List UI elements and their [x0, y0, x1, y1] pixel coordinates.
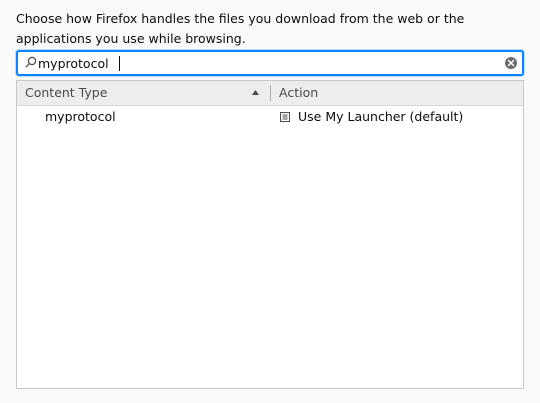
table-body: myprotocol Use My Launcher (default): [17, 106, 523, 128]
search-icon: [25, 56, 37, 68]
sort-ascending-icon: [252, 90, 259, 95]
search-field[interactable]: [16, 50, 524, 76]
applications-settings: Choose how Firefox handles the files you…: [0, 0, 540, 403]
search-input[interactable]: [38, 52, 498, 74]
content-type-cell: myprotocol: [45, 109, 116, 124]
action-label: Use My Launcher (default): [298, 109, 464, 124]
text-caret: [119, 56, 120, 71]
applications-description: Choose how Firefox handles the files you…: [16, 11, 465, 46]
column-header-content-type[interactable]: Content Type: [17, 81, 269, 105]
clear-icon[interactable]: [504, 56, 518, 70]
table-header: Content Type Action: [17, 81, 523, 106]
handlers-table: Content Type Action myprotocol Use My La…: [16, 80, 524, 389]
application-icon: [280, 112, 290, 122]
column-header-action[interactable]: Action: [271, 81, 523, 105]
column-header-label: Content Type: [25, 85, 108, 100]
table-row[interactable]: myprotocol Use My Launcher (default): [17, 106, 523, 128]
column-header-label: Action: [279, 85, 319, 100]
